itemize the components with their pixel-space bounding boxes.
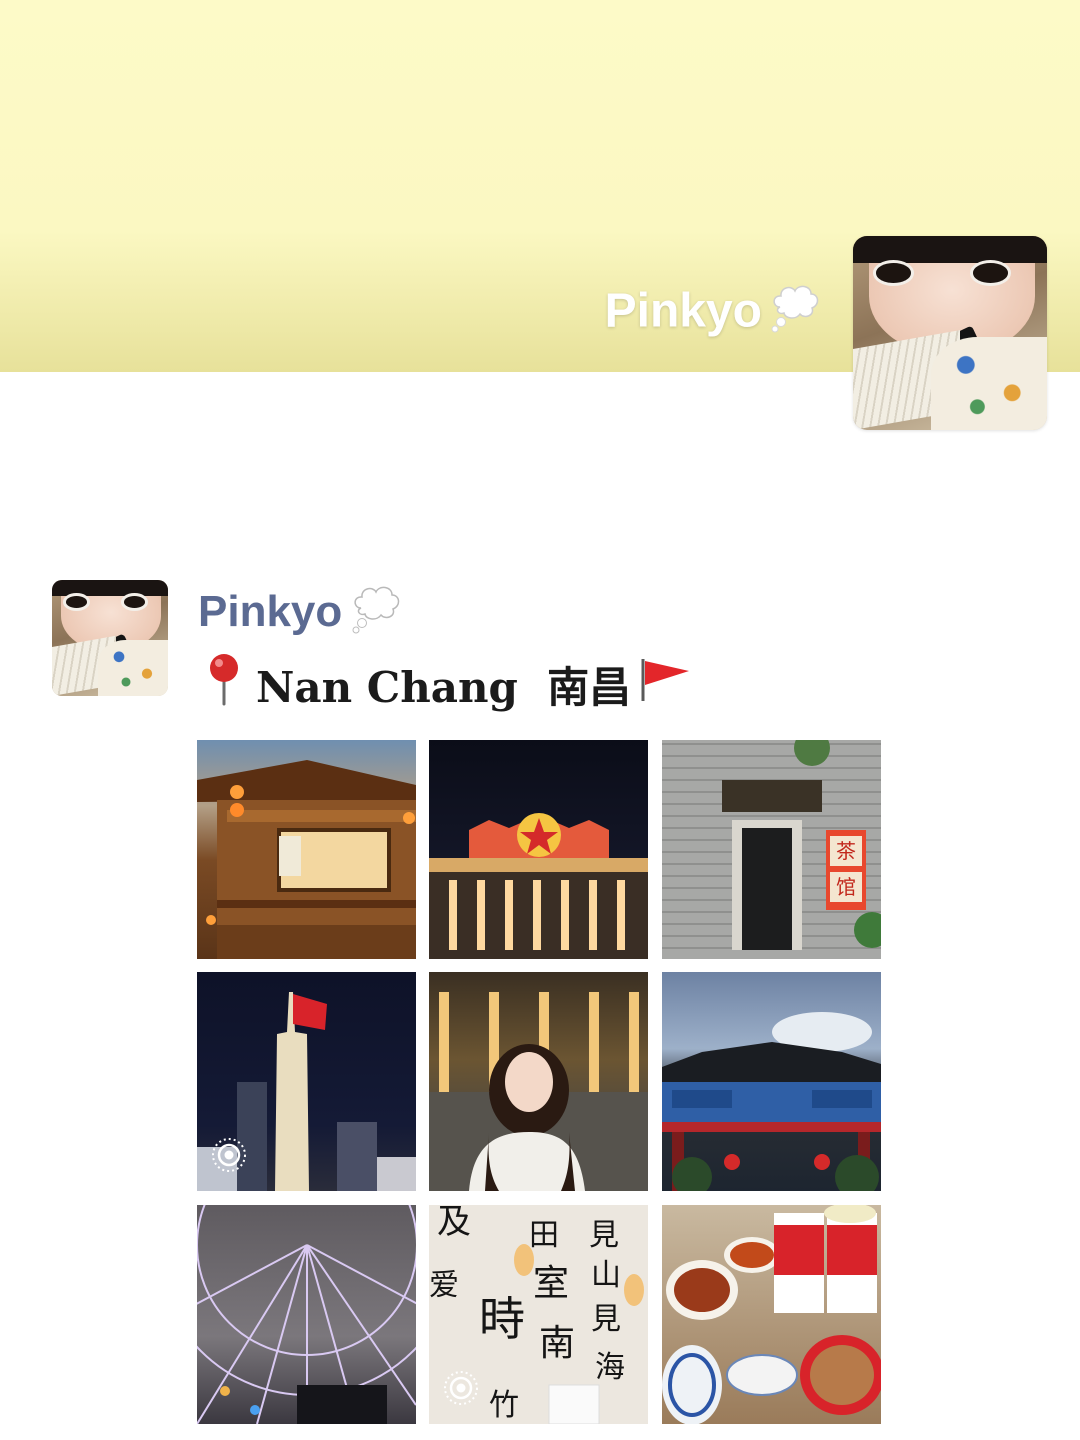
photo-memorial-hall-night[interactable]: [429, 740, 648, 959]
svg-text:田: 田: [529, 1218, 559, 1253]
photo-archway[interactable]: [662, 972, 881, 1191]
moments-page: Pinkyo Pinkyo Nan Chang 南昌 茶 馆 及 爱 時 田 室…: [0, 0, 1080, 1440]
svg-text:及: 及: [437, 1205, 471, 1242]
photo-grid: 茶 馆 及 爱 時 田 室 南 見 山 見 海 竹: [197, 740, 881, 1424]
post-author-avatar[interactable]: [52, 580, 168, 696]
svg-text:山: 山: [591, 1258, 621, 1293]
thought-bubble-icon: [766, 283, 820, 345]
round-pushpin-icon: [204, 652, 244, 716]
photo-old-gate-tea-shop[interactable]: 茶 馆: [662, 740, 881, 959]
photo-calligraphy-wall[interactable]: 及 爱 時 田 室 南 見 山 見 海 竹: [429, 1205, 648, 1424]
live-photo-icon: [443, 1370, 479, 1406]
post-location-text: Nan Chang 南昌: [256, 662, 632, 712]
svg-text:茶: 茶: [836, 839, 856, 863]
cover-username: Pinkyo: [605, 283, 820, 345]
svg-text:竹: 竹: [489, 1388, 519, 1423]
post-content: Nan Chang 南昌: [204, 652, 693, 716]
svg-text:時: 時: [479, 1292, 525, 1346]
photo-portrait-girl[interactable]: [429, 972, 648, 1191]
svg-text:見: 見: [591, 1302, 621, 1337]
photo-ferris-wheel[interactable]: [197, 1205, 416, 1424]
live-photo-icon: [211, 1137, 247, 1173]
photo-food-table[interactable]: [662, 1205, 881, 1424]
triangular-flag-icon: [637, 655, 693, 713]
svg-text:海: 海: [595, 1350, 625, 1385]
post-author-name[interactable]: Pinkyo: [198, 584, 402, 645]
svg-text:室: 室: [533, 1263, 569, 1304]
photo-monument-tower[interactable]: [197, 972, 416, 1191]
svg-text:見: 見: [589, 1218, 619, 1253]
thought-bubble-icon: [346, 584, 402, 645]
photo-tea-house-night[interactable]: [197, 740, 416, 959]
svg-text:爱: 爱: [429, 1268, 459, 1303]
profile-avatar[interactable]: [853, 236, 1047, 430]
svg-text:馆: 馆: [836, 875, 856, 899]
svg-text:南: 南: [539, 1323, 575, 1364]
